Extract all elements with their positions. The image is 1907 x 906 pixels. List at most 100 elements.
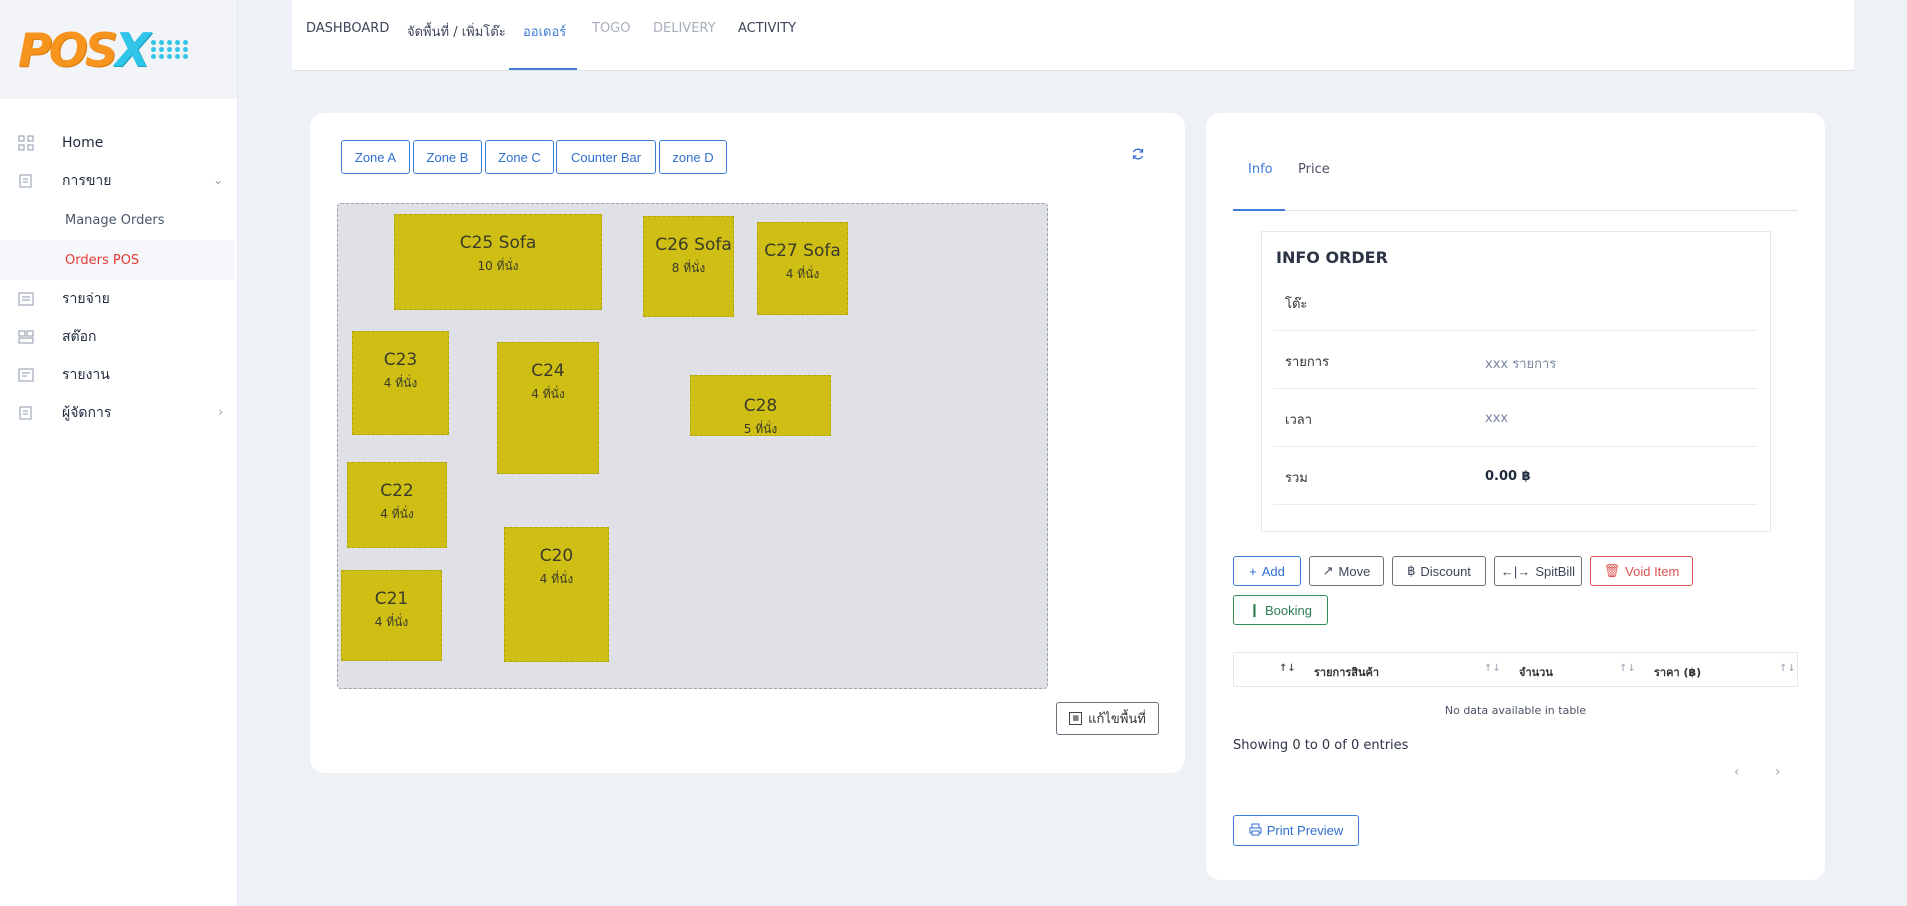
stock-icon: [18, 329, 34, 345]
sidebar-item-reports[interactable]: รายงาน: [0, 356, 237, 394]
table-c27-sofa[interactable]: C27 Sofa 4 ที่นั่ง: [757, 222, 848, 315]
info-label: รายการ: [1285, 355, 1330, 370]
sort-icon[interactable]: ↑↓: [1619, 663, 1636, 674]
edit-floor-button[interactable]: ▦ แก้ไขพื้นที่: [1056, 702, 1159, 735]
print-preview-label: Print Preview: [1266, 823, 1344, 838]
print-preview-button[interactable]: Print Preview: [1233, 815, 1359, 846]
pin-icon: ❙: [1249, 602, 1260, 617]
table-name: C25 Sofa: [459, 233, 537, 253]
column-header-qty[interactable]: จำนวน: [1519, 663, 1553, 681]
tab-togo[interactable]: TOGO: [592, 21, 630, 36]
sidebar-item-orders-pos[interactable]: Orders POS: [0, 240, 235, 280]
chevron-left-icon[interactable]: ‹: [1734, 764, 1740, 780]
sidebar-item-home[interactable]: Home: [0, 124, 237, 162]
zone-a-button[interactable]: Zone A: [341, 140, 410, 174]
baht-icon: ฿: [1407, 563, 1416, 578]
order-table-header: ↑↓ รายการสินค้า ↑↓ จำนวน ↑↓ ราคา (฿) ↑↓: [1233, 652, 1798, 687]
sidebar-item-manager[interactable]: ผู้จัดการ ›: [0, 394, 237, 432]
sidebar-item-label: สต๊อก: [62, 329, 97, 345]
table-c22[interactable]: C22 4 ที่นั่ง: [347, 462, 447, 548]
table-name: C23: [383, 350, 418, 370]
info-label: เวลา: [1285, 413, 1313, 428]
tab-price[interactable]: Price: [1298, 162, 1330, 177]
zone-b-button[interactable]: Zone B: [413, 140, 482, 174]
sidebar-item-manage-orders[interactable]: Manage Orders: [0, 200, 237, 240]
sidebar-item-label: Manage Orders: [65, 212, 165, 228]
table-c28[interactable]: C28 5 ที่นั่ง: [690, 375, 831, 436]
logo-main-text: POS: [18, 22, 118, 77]
table-seats: 5 ที่นั่ง: [743, 422, 778, 436]
table-name: C28: [743, 396, 778, 416]
tab-orders[interactable]: ออเดอร์: [523, 21, 566, 42]
add-label: Add: [1261, 563, 1285, 579]
info-label: รวม: [1285, 471, 1308, 486]
info-row-table: โต๊ะ: [1273, 273, 1757, 331]
printer-icon: [1249, 823, 1262, 839]
external-link-icon: ↗: [1322, 563, 1334, 578]
sidebar-item-label: Home: [62, 135, 104, 151]
zone-c-button[interactable]: Zone C: [485, 140, 554, 174]
tab-activity[interactable]: ACTIVITY: [738, 21, 796, 36]
sidebar-item-stock[interactable]: สต๊อก: [0, 318, 237, 356]
refresh-icon[interactable]: [1131, 147, 1147, 163]
table-c20[interactable]: C20 4 ที่นั่ง: [504, 527, 609, 662]
table-name: C22: [380, 481, 414, 501]
move-button[interactable]: ↗ Move: [1309, 556, 1384, 586]
receipt-icon: [18, 173, 34, 189]
add-button[interactable]: + Add: [1233, 556, 1301, 586]
zone-d-button[interactable]: zone D: [659, 140, 727, 174]
sort-icon[interactable]: ↑↓: [1484, 663, 1501, 674]
chevron-right-icon[interactable]: ›: [1775, 764, 1781, 780]
edit-floor-label: แก้ไขพื้นที่: [1088, 711, 1146, 726]
counter-bar-button[interactable]: Counter Bar: [556, 140, 656, 174]
sort-icon[interactable]: ↑↓: [1779, 663, 1796, 674]
table-seats: 8 ที่นั่ง: [671, 261, 706, 275]
column-header-item[interactable]: รายการสินค้า: [1314, 663, 1379, 681]
void-label: Void Item: [1625, 563, 1680, 579]
table-c23[interactable]: C23 4 ที่นั่ง: [352, 331, 449, 435]
table-c25-sofa[interactable]: C25 Sofa 10 ที่นั่ง: [394, 214, 602, 310]
tab-delivery[interactable]: DELIVERY: [653, 21, 716, 36]
table-c21[interactable]: C21 4 ที่นั่ง: [341, 570, 442, 661]
logo-x-text: X: [114, 22, 151, 77]
sidebar-item-label: การขาย: [62, 173, 112, 189]
table-seats: 4 ที่นั่ง: [785, 267, 820, 281]
sort-icon[interactable]: ↑↓: [1279, 663, 1296, 674]
discount-label: Discount: [1420, 563, 1471, 579]
logo-dots-icon: [151, 40, 189, 59]
info-row-time: เวลา xxx: [1273, 389, 1757, 447]
table-seats: 4 ที่นั่ง: [531, 387, 565, 401]
info-value: 0.00 ฿: [1485, 469, 1531, 484]
chevron-right-icon: ›: [218, 405, 223, 419]
split-label: SpitBill: [1535, 563, 1576, 579]
table-empty-message: No data available in table: [1444, 704, 1587, 717]
table-c24[interactable]: C24 4 ที่นั่ง: [497, 342, 599, 474]
tab-info[interactable]: Info: [1248, 162, 1273, 177]
sidebar: POSX Home การขาย ⌄ Manage Orders Orders …: [0, 0, 238, 906]
table-c26-sofa[interactable]: C26 Sofa 8 ที่นั่ง: [643, 216, 734, 317]
sidebar-item-expenses[interactable]: รายจ่าย: [0, 280, 237, 318]
active-tab-indicator: [509, 68, 577, 70]
report-icon: [18, 367, 34, 383]
table-seats: 4 ที่นั่ง: [380, 507, 414, 521]
sidebar-item-label: รายจ่าย: [62, 291, 110, 307]
booking-button[interactable]: ❙ Booking: [1233, 595, 1328, 625]
table-seats: 4 ที่นั่ง: [383, 376, 418, 390]
discount-button[interactable]: ฿ Discount: [1392, 556, 1486, 586]
logo[interactable]: POSX: [0, 0, 237, 99]
info-row-total: รวม 0.00 ฿: [1273, 447, 1757, 505]
manager-icon: [18, 405, 34, 421]
table-seats: 4 ที่นั่ง: [374, 615, 409, 629]
column-header-price[interactable]: ราคา (฿): [1654, 663, 1701, 681]
info-label: โต๊ะ: [1285, 297, 1308, 312]
sidebar-item-sales[interactable]: การขาย ⌄: [0, 162, 237, 200]
void-item-button[interactable]: 🗑 Void Item: [1590, 556, 1693, 586]
sidebar-item-label: รายงาน: [62, 367, 110, 383]
split-bill-button[interactable]: ←|→ SpitBill: [1494, 556, 1582, 586]
chevron-down-icon: ⌄: [212, 173, 223, 187]
trash-icon: 🗑: [1603, 563, 1621, 578]
tabs-divider: [1233, 210, 1798, 211]
tab-floor-setup[interactable]: จัดพื้นที่ / เพิ่มโต๊ะ: [407, 21, 506, 42]
tab-dashboard[interactable]: DASHBOARD: [306, 21, 389, 36]
table-info: Showing 0 to 0 of 0 entries: [1233, 738, 1409, 753]
